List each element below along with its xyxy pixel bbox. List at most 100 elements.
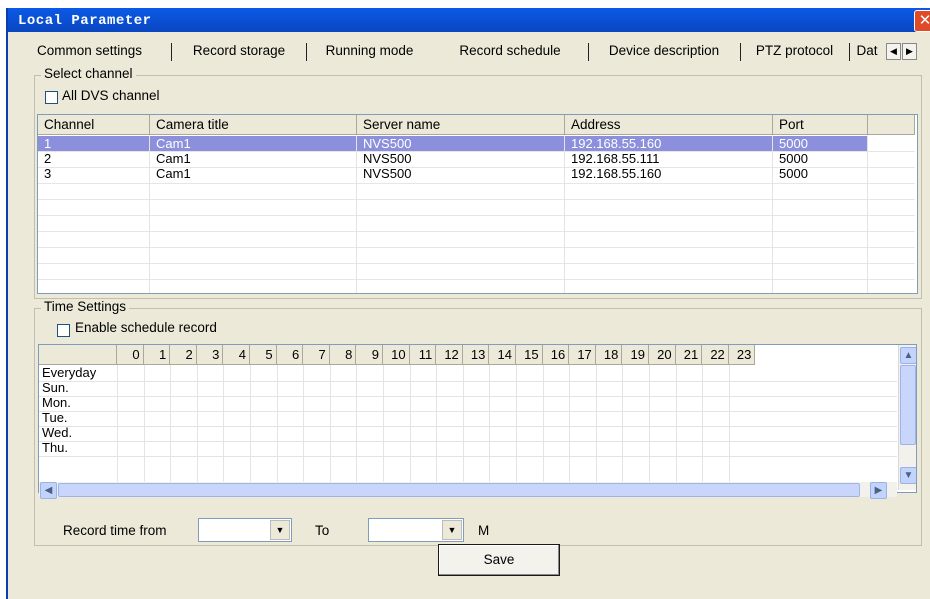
hour-divider [728, 365, 730, 490]
hour-header[interactable]: 17 [569, 345, 596, 365]
scroll-left-icon[interactable]: ◀ [40, 482, 57, 499]
horizontal-scrollbar[interactable]: ◀ ▶ [39, 482, 897, 499]
scroll-down-icon[interactable]: ▼ [900, 467, 916, 484]
tab-record-schedule[interactable]: Record schedule [435, 40, 585, 62]
table-cell-server[interactable]: NVS500 [357, 151, 565, 166]
table-cell-camera[interactable]: Cam1 [150, 136, 357, 151]
hour-header[interactable]: 21 [675, 345, 703, 365]
table-cell-server[interactable]: NVS500 [357, 136, 565, 151]
day-divider [39, 426, 897, 427]
hour-divider [622, 365, 624, 490]
save-button[interactable]: Save [438, 544, 560, 576]
column-header[interactable]: Camera title [150, 115, 357, 135]
hour-header[interactable]: 23 [728, 345, 756, 365]
hour-header[interactable]: 14 [489, 345, 516, 365]
table-cell-address[interactable]: 192.168.55.111 [565, 151, 773, 166]
hour-divider [436, 365, 438, 490]
hour-divider [649, 365, 650, 490]
tab-common-settings[interactable]: Common settings [10, 40, 169, 62]
hour-header[interactable]: 11 [409, 345, 437, 365]
hour-header[interactable]: 10 [383, 345, 410, 365]
table-cell-address[interactable]: 192.168.55.160 [565, 136, 773, 151]
chevron-down-icon[interactable]: ▼ [442, 520, 462, 540]
tab-device-description[interactable]: Device description [590, 40, 738, 62]
column-header[interactable]: Port [773, 115, 868, 135]
column-header[interactable]: Channel [38, 115, 150, 135]
scroll-right-icon[interactable]: ▶ [870, 482, 887, 499]
schedule-grid[interactable]: ▲ ▼ 0 1 2 3 4 5 6 7 8 9 10 11 12 13 14 15 16 17 18 19 20 21 22… [38, 344, 917, 493]
tab-separator [588, 43, 589, 61]
table-cell-address[interactable]: 192.168.55.160 [565, 166, 773, 181]
row-divider [38, 263, 915, 264]
table-cell-camera[interactable]: Cam1 [150, 166, 357, 181]
column-divider [149, 135, 150, 293]
row-divider [38, 231, 915, 232]
hour-header[interactable]: 20 [649, 345, 676, 365]
column-divider [772, 135, 773, 293]
tab-separator [306, 43, 307, 61]
hour-header[interactable]: 16 [542, 345, 570, 365]
title-bar[interactable]: Local Parameter ✕ [8, 8, 930, 32]
hour-divider [489, 365, 491, 490]
hour-header[interactable]: 7 [303, 345, 330, 365]
tab-scroll-left-icon[interactable]: ◀ [886, 43, 901, 60]
close-icon[interactable]: ✕ [914, 10, 930, 32]
hour-divider [117, 365, 118, 490]
hour-header[interactable]: 8 [329, 345, 357, 365]
row-divider [38, 247, 915, 248]
table-cell-port[interactable]: 5000 [773, 136, 868, 151]
tab-dat[interactable]: Dat [851, 40, 883, 62]
grid-corner-header [39, 345, 117, 365]
select-channel-legend: Select channel [41, 66, 136, 81]
time-to-select[interactable]: ▼ [368, 518, 464, 542]
time-from-select[interactable]: ▼ [198, 518, 292, 542]
hour-header[interactable]: 3 [196, 345, 224, 365]
all-dvs-label: All DVS channel [62, 88, 160, 103]
vertical-scroll-thumb[interactable] [900, 365, 916, 445]
hour-divider [516, 365, 517, 490]
hour-header[interactable]: 12 [436, 345, 463, 365]
channel-list[interactable]: Channel Camera title Server name Address Por… [37, 114, 918, 294]
all-dvs-checkbox[interactable] [45, 91, 58, 104]
hour-header[interactable]: 15 [516, 345, 543, 365]
hour-header[interactable]: 19 [622, 345, 649, 365]
hour-divider [595, 365, 597, 490]
day-label: Everyday [42, 365, 97, 380]
hour-divider [542, 365, 544, 490]
vertical-scrollbar[interactable]: ▲ ▼ [898, 345, 916, 490]
hour-header[interactable]: 4 [223, 345, 250, 365]
scroll-up-icon[interactable]: ▲ [900, 347, 916, 364]
hour-divider [569, 365, 571, 490]
chevron-down-icon[interactable]: ▼ [270, 520, 290, 540]
hour-divider [675, 365, 677, 490]
column-header[interactable]: Address [565, 115, 773, 135]
tab-ptz-protocol[interactable]: PTZ protocol [742, 40, 847, 62]
hour-header[interactable]: 6 [276, 345, 304, 365]
day-divider [39, 381, 897, 382]
tab-record-storage[interactable]: Record storage [173, 40, 305, 62]
hour-header[interactable]: 9 [356, 345, 383, 365]
tab-scroll-right-icon[interactable]: ▶ [902, 43, 917, 60]
hour-header[interactable]: 22 [702, 345, 729, 365]
column-header[interactable] [868, 115, 915, 135]
hour-header[interactable]: 13 [462, 345, 490, 365]
hour-header[interactable]: 0 [117, 345, 144, 365]
hour-header[interactable]: 5 [250, 345, 277, 365]
table-cell-channel[interactable]: 3 [38, 166, 150, 181]
table-cell-port[interactable]: 5000 [773, 166, 868, 181]
table-cell-channel[interactable]: 2 [38, 151, 150, 166]
hour-header[interactable]: 18 [595, 345, 623, 365]
enable-schedule-checkbox[interactable] [57, 324, 70, 337]
table-cell-camera[interactable]: Cam1 [150, 151, 357, 166]
tab-running-mode[interactable]: Running mode [308, 40, 431, 62]
table-cell-channel[interactable]: 1 [38, 136, 150, 151]
table-cell-server[interactable]: NVS500 [357, 166, 565, 181]
time-settings-legend: Time Settings [41, 299, 130, 314]
column-header[interactable]: Server name [357, 115, 565, 135]
hour-divider [409, 365, 411, 490]
hour-header[interactable]: 1 [143, 345, 171, 365]
table-cell-port[interactable]: 5000 [773, 151, 868, 166]
horizontal-scroll-thumb[interactable] [58, 483, 860, 497]
hour-header[interactable]: 2 [170, 345, 197, 365]
column-divider [356, 135, 357, 293]
